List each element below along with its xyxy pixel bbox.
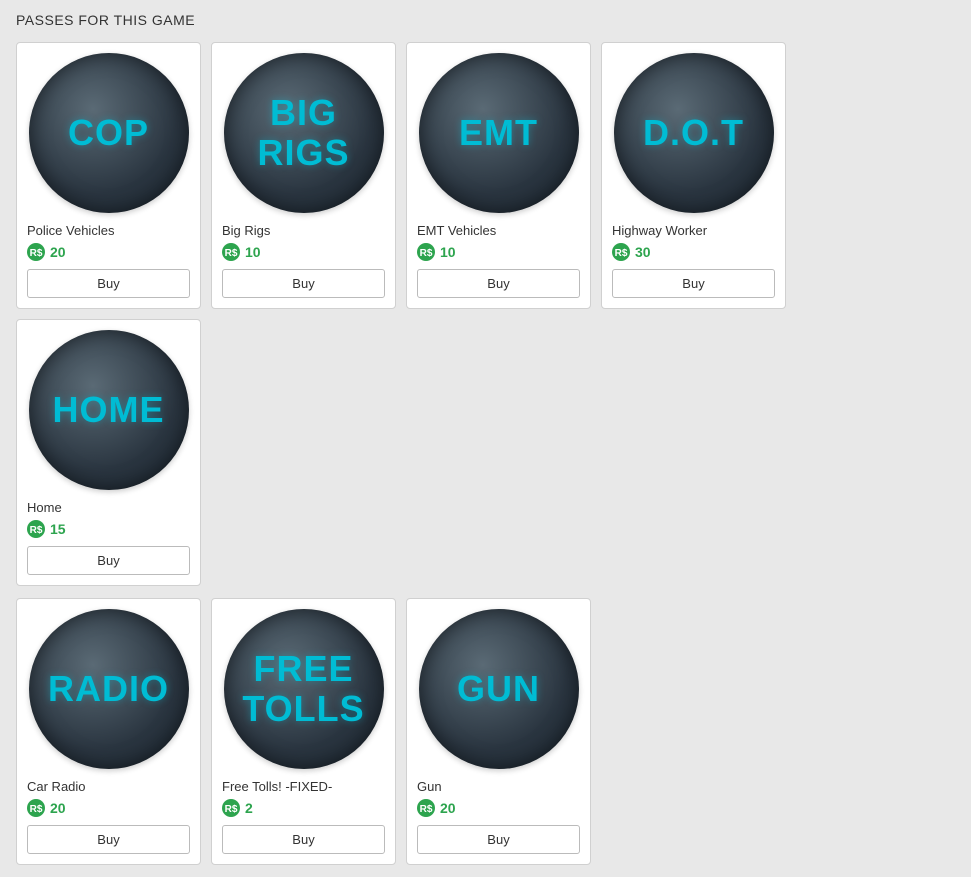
pass-price-free-tolls: R$ 2 — [222, 799, 253, 817]
pass-price-home: R$ 15 — [27, 520, 66, 538]
pass-price-amount-cop: 20 — [50, 244, 66, 260]
pass-card-radio: RADIO Car Radio R$ 20 Buy — [16, 598, 201, 865]
pass-card-cop: COP Police Vehicles R$ 20 Buy — [16, 42, 201, 309]
pass-price-big-rigs: R$ 10 — [222, 243, 261, 261]
svg-text:R$: R$ — [615, 248, 628, 259]
pass-icon-gun: GUN — [419, 609, 579, 769]
pass-name-big-rigs: Big Rigs — [222, 223, 270, 238]
pass-icon-text-emt: EMT — [459, 113, 538, 153]
pass-price-amount-gun: 20 — [440, 800, 456, 816]
pass-icon-text-radio: RADIO — [48, 669, 169, 709]
pass-card-emt: EMT EMT Vehicles R$ 10 Buy — [406, 42, 591, 309]
pass-name-emt: EMT Vehicles — [417, 223, 496, 238]
pass-price-amount-dot: 30 — [635, 244, 651, 260]
buy-button-dot[interactable]: Buy — [612, 269, 775, 298]
pass-name-dot: Highway Worker — [612, 223, 707, 238]
pass-icon-text-cop: COP — [68, 113, 149, 153]
pass-icon-text-gun: GUN — [457, 669, 540, 709]
pass-name-home: Home — [27, 500, 62, 515]
pass-icon-text-big-rigs: BIG RIGS — [257, 93, 349, 172]
pass-icon-text-free-tolls: FREE TOLLS — [242, 649, 364, 728]
pass-name-cop: Police Vehicles — [27, 223, 114, 238]
passes-grid: COP Police Vehicles R$ 20 Buy BIG RIGS Big R… — [16, 42, 955, 865]
pass-price-dot: R$ 30 — [612, 243, 651, 261]
pass-icon-text-dot: D.O.T — [643, 113, 744, 153]
pass-icon-free-tolls: FREE TOLLS — [224, 609, 384, 769]
pass-price-cop: R$ 20 — [27, 243, 66, 261]
svg-text:R$: R$ — [225, 804, 238, 815]
pass-price-amount-free-tolls: 2 — [245, 800, 253, 816]
svg-text:R$: R$ — [420, 248, 433, 259]
buy-button-emt[interactable]: Buy — [417, 269, 580, 298]
buy-button-home[interactable]: Buy — [27, 546, 190, 575]
pass-icon-text-home: HOME — [53, 390, 165, 430]
pass-price-amount-home: 15 — [50, 521, 66, 537]
svg-text:R$: R$ — [420, 804, 433, 815]
pass-icon-home: HOME — [29, 330, 189, 490]
pass-name-gun: Gun — [417, 779, 442, 794]
svg-text:R$: R$ — [225, 248, 238, 259]
pass-icon-big-rigs: BIG RIGS — [224, 53, 384, 213]
pass-icon-emt: EMT — [419, 53, 579, 213]
buy-button-cop[interactable]: Buy — [27, 269, 190, 298]
svg-text:R$: R$ — [30, 804, 43, 815]
pass-price-amount-emt: 10 — [440, 244, 456, 260]
buy-button-radio[interactable]: Buy — [27, 825, 190, 854]
pass-card-home: HOME Home R$ 15 Buy — [16, 319, 201, 586]
svg-text:R$: R$ — [30, 525, 43, 536]
page-title: PASSES FOR THIS GAME — [16, 12, 955, 28]
pass-price-emt: R$ 10 — [417, 243, 456, 261]
pass-card-gun: GUN Gun R$ 20 Buy — [406, 598, 591, 865]
pass-icon-dot: D.O.T — [614, 53, 774, 213]
pass-price-amount-big-rigs: 10 — [245, 244, 261, 260]
pass-price-gun: R$ 20 — [417, 799, 456, 817]
pass-card-big-rigs: BIG RIGS Big Rigs R$ 10 Buy — [211, 42, 396, 309]
pass-price-amount-radio: 20 — [50, 800, 66, 816]
pass-card-free-tolls: FREE TOLLS Free Tolls! -FIXED- R$ 2 Buy — [211, 598, 396, 865]
buy-button-gun[interactable]: Buy — [417, 825, 580, 854]
pass-icon-radio: RADIO — [29, 609, 189, 769]
svg-text:R$: R$ — [30, 248, 43, 259]
buy-button-free-tolls[interactable]: Buy — [222, 825, 385, 854]
pass-card-dot: D.O.T Highway Worker R$ 30 Buy — [601, 42, 786, 309]
pass-name-free-tolls: Free Tolls! -FIXED- — [222, 779, 332, 794]
passes-row-1: COP Police Vehicles R$ 20 Buy BIG RIGS Big R… — [16, 42, 955, 586]
pass-price-radio: R$ 20 — [27, 799, 66, 817]
buy-button-big-rigs[interactable]: Buy — [222, 269, 385, 298]
passes-row-2: RADIO Car Radio R$ 20 Buy FREE TOLLS Free To… — [16, 598, 955, 865]
pass-name-radio: Car Radio — [27, 779, 86, 794]
pass-icon-cop: COP — [29, 53, 189, 213]
